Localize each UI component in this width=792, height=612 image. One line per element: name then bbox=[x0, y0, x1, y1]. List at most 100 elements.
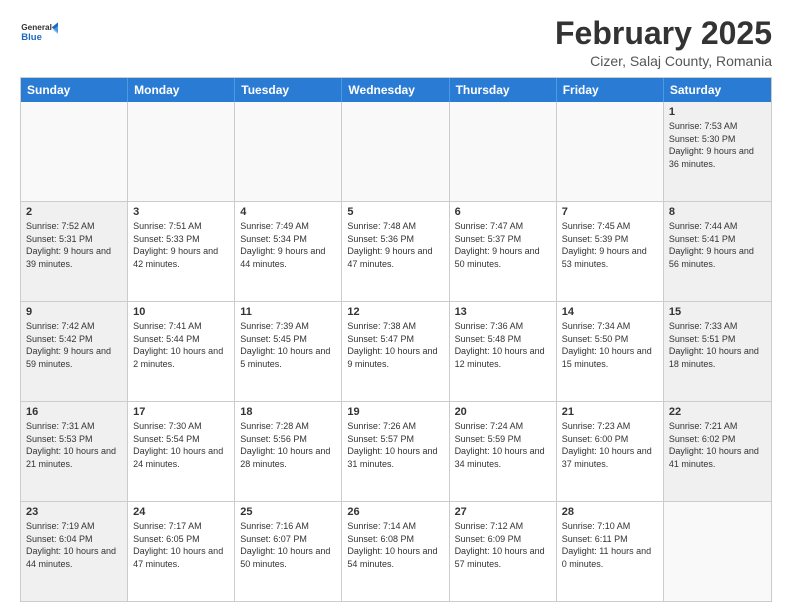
day-number: 14 bbox=[562, 306, 658, 318]
day-number: 20 bbox=[455, 406, 551, 418]
day-info: Sunrise: 7:53 AM Sunset: 5:30 PM Dayligh… bbox=[669, 120, 766, 170]
header-day-friday: Friday bbox=[557, 78, 664, 102]
calendar-cell: 15Sunrise: 7:33 AM Sunset: 5:51 PM Dayli… bbox=[664, 302, 771, 401]
calendar-cell: 26 Sunrise: 7:14 AM Sunset: 6:08 PM Dayli… bbox=[342, 502, 449, 601]
day-info: Sunrise: 7:52 AM Sunset: 5:31 PM Dayligh… bbox=[26, 220, 122, 270]
day-number: 18 bbox=[240, 406, 336, 418]
calendar-cell: 8 Sunrise: 7:44 AM Sunset: 5:41 PM Daylig… bbox=[664, 202, 771, 301]
header-day-saturday: Saturday bbox=[664, 78, 771, 102]
day-info: Sunrise: 7:51 AM Sunset: 5:33 PM Dayligh… bbox=[133, 220, 229, 270]
calendar-cell: 13 Sunrise: 7:36 AM Sunset: 5:48 PM Dayli… bbox=[450, 302, 557, 401]
svg-text:General: General bbox=[21, 23, 52, 32]
calendar-row-4: 23 Sunrise: 7:19 AM Sunset: 6:04 PM Dayli… bbox=[21, 502, 771, 601]
calendar-cell: 1 Sunrise: 7:53 AM Sunset: 5:30 PM Daylig… bbox=[664, 102, 771, 201]
calendar-cell: 12 Sunrise: 7:38 AM Sunset: 5:47 PM Dayli… bbox=[342, 302, 449, 401]
location: Cizer, Salaj County, Romania bbox=[555, 53, 772, 69]
header-day-sunday: Sunday bbox=[21, 78, 128, 102]
calendar-cell: 20 Sunrise: 7:24 AM Sunset: 5:59 PM Dayli… bbox=[450, 402, 557, 501]
header: General Blue February 2025 Cizer, Salaj … bbox=[20, 16, 772, 69]
day-info: Sunrise: 7:34 AM Sunset: 5:50 PM Dayligh… bbox=[562, 320, 658, 370]
calendar-cell bbox=[450, 102, 557, 201]
day-info: Sunrise: 7:23 AM Sunset: 6:00 PM Dayligh… bbox=[562, 420, 658, 470]
day-info: Sunrise: 7:36 AM Sunset: 5:48 PM Dayligh… bbox=[455, 320, 551, 370]
day-number: 27 bbox=[455, 506, 551, 518]
header-day-wednesday: Wednesday bbox=[342, 78, 449, 102]
day-info: Sunrise: 7:44 AM Sunset: 5:41 PM Dayligh… bbox=[669, 220, 766, 270]
calendar-cell bbox=[21, 102, 128, 201]
calendar-header: SundayMondayTuesdayWednesdayThursdayFrid… bbox=[21, 78, 771, 102]
day-number: 6 bbox=[455, 206, 551, 218]
calendar-row-0: 1 Sunrise: 7:53 AM Sunset: 5:30 PM Daylig… bbox=[21, 102, 771, 202]
calendar-cell: 24Sunrise: 7:17 AM Sunset: 6:05 PM Dayli… bbox=[128, 502, 235, 601]
calendar-cell bbox=[235, 102, 342, 201]
day-number: 23 bbox=[26, 506, 122, 518]
day-number: 25 bbox=[240, 506, 336, 518]
day-number: 3 bbox=[133, 206, 229, 218]
day-number: 16 bbox=[26, 406, 122, 418]
day-number: 17 bbox=[133, 406, 229, 418]
calendar-cell: 22 Sunrise: 7:21 AM Sunset: 6:02 PM Dayli… bbox=[664, 402, 771, 501]
day-number: 26 bbox=[347, 506, 443, 518]
calendar-cell: 23 Sunrise: 7:19 AM Sunset: 6:04 PM Dayli… bbox=[21, 502, 128, 601]
header-day-tuesday: Tuesday bbox=[235, 78, 342, 102]
calendar-cell: 17 Sunrise: 7:30 AM Sunset: 5:54 PM Dayli… bbox=[128, 402, 235, 501]
day-number: 22 bbox=[669, 406, 766, 418]
calendar-cell: 3 Sunrise: 7:51 AM Sunset: 5:33 PM Daylig… bbox=[128, 202, 235, 301]
calendar-cell bbox=[342, 102, 449, 201]
day-info: Sunrise: 7:39 AM Sunset: 5:45 PM Dayligh… bbox=[240, 320, 336, 370]
day-number: 28 bbox=[562, 506, 658, 518]
calendar-cell bbox=[664, 502, 771, 601]
calendar-cell bbox=[557, 102, 664, 201]
calendar-cell: 5 Sunrise: 7:48 AM Sunset: 5:36 PM Daylig… bbox=[342, 202, 449, 301]
day-info: Sunrise: 7:26 AM Sunset: 5:57 PM Dayligh… bbox=[347, 420, 443, 470]
day-info: Sunrise: 7:48 AM Sunset: 5:36 PM Dayligh… bbox=[347, 220, 443, 270]
day-info: Sunrise: 7:45 AM Sunset: 5:39 PM Dayligh… bbox=[562, 220, 658, 270]
day-number: 5 bbox=[347, 206, 443, 218]
day-info: Sunrise: 7:14 AM Sunset: 6:08 PM Dayligh… bbox=[347, 520, 443, 570]
calendar-row-3: 16 Sunrise: 7:31 AM Sunset: 5:53 PM Dayli… bbox=[21, 402, 771, 502]
day-info: Sunrise: 7:21 AM Sunset: 6:02 PM Dayligh… bbox=[669, 420, 766, 470]
day-info: Sunrise: 7:30 AM Sunset: 5:54 PM Dayligh… bbox=[133, 420, 229, 470]
day-info: Sunrise: 7:16 AM Sunset: 6:07 PM Dayligh… bbox=[240, 520, 336, 570]
day-info: Sunrise: 7:28 AM Sunset: 5:56 PM Dayligh… bbox=[240, 420, 336, 470]
day-number: 7 bbox=[562, 206, 658, 218]
day-info: Sunrise: 7:10 AM Sunset: 6:11 PM Dayligh… bbox=[562, 520, 658, 570]
logo: General Blue bbox=[20, 16, 58, 54]
calendar-body: 1 Sunrise: 7:53 AM Sunset: 5:30 PM Daylig… bbox=[21, 102, 771, 601]
title-block: February 2025 Cizer, Salaj County, Roman… bbox=[555, 16, 772, 69]
day-number: 15 bbox=[669, 306, 766, 318]
calendar-page: General Blue February 2025 Cizer, Salaj … bbox=[0, 0, 792, 612]
day-info: Sunrise: 7:47 AM Sunset: 5:37 PM Dayligh… bbox=[455, 220, 551, 270]
day-info: Sunrise: 7:42 AM Sunset: 5:42 PM Dayligh… bbox=[26, 320, 122, 370]
day-number: 10 bbox=[133, 306, 229, 318]
calendar-cell: 28 Sunrise: 7:10 AM Sunset: 6:11 PM Dayli… bbox=[557, 502, 664, 601]
header-day-thursday: Thursday bbox=[450, 78, 557, 102]
day-number: 11 bbox=[240, 306, 336, 318]
day-number: 12 bbox=[347, 306, 443, 318]
day-info: Sunrise: 7:41 AM Sunset: 5:44 PM Dayligh… bbox=[133, 320, 229, 370]
day-info: Sunrise: 7:12 AM Sunset: 6:09 PM Dayligh… bbox=[455, 520, 551, 570]
day-number: 1 bbox=[669, 106, 766, 118]
calendar-row-2: 9 Sunrise: 7:42 AM Sunset: 5:42 PM Daylig… bbox=[21, 302, 771, 402]
calendar-cell: 2Sunrise: 7:52 AM Sunset: 5:31 PM Daylig… bbox=[21, 202, 128, 301]
day-info: Sunrise: 7:31 AM Sunset: 5:53 PM Dayligh… bbox=[26, 420, 122, 470]
day-info: Sunrise: 7:38 AM Sunset: 5:47 PM Dayligh… bbox=[347, 320, 443, 370]
day-number: 13 bbox=[455, 306, 551, 318]
calendar-cell: 21Sunrise: 7:23 AM Sunset: 6:00 PM Dayli… bbox=[557, 402, 664, 501]
calendar-cell: 14 Sunrise: 7:34 AM Sunset: 5:50 PM Dayli… bbox=[557, 302, 664, 401]
calendar-cell: 25 Sunrise: 7:16 AM Sunset: 6:07 PM Dayli… bbox=[235, 502, 342, 601]
day-number: 19 bbox=[347, 406, 443, 418]
day-number: 9 bbox=[26, 306, 122, 318]
calendar-cell: 4Sunrise: 7:49 AM Sunset: 5:34 PM Daylig… bbox=[235, 202, 342, 301]
day-info: Sunrise: 7:19 AM Sunset: 6:04 PM Dayligh… bbox=[26, 520, 122, 570]
calendar-cell: 7 Sunrise: 7:45 AM Sunset: 5:39 PM Daylig… bbox=[557, 202, 664, 301]
calendar-cell: 11 Sunrise: 7:39 AM Sunset: 5:45 PM Dayli… bbox=[235, 302, 342, 401]
month-title: February 2025 bbox=[555, 16, 772, 51]
day-info: Sunrise: 7:24 AM Sunset: 5:59 PM Dayligh… bbox=[455, 420, 551, 470]
calendar-cell: 16 Sunrise: 7:31 AM Sunset: 5:53 PM Dayli… bbox=[21, 402, 128, 501]
day-number: 8 bbox=[669, 206, 766, 218]
logo-icon: General Blue bbox=[20, 16, 58, 54]
calendar-cell: 9 Sunrise: 7:42 AM Sunset: 5:42 PM Daylig… bbox=[21, 302, 128, 401]
calendar-cell: 27 Sunrise: 7:12 AM Sunset: 6:09 PM Dayli… bbox=[450, 502, 557, 601]
day-number: 4 bbox=[240, 206, 336, 218]
